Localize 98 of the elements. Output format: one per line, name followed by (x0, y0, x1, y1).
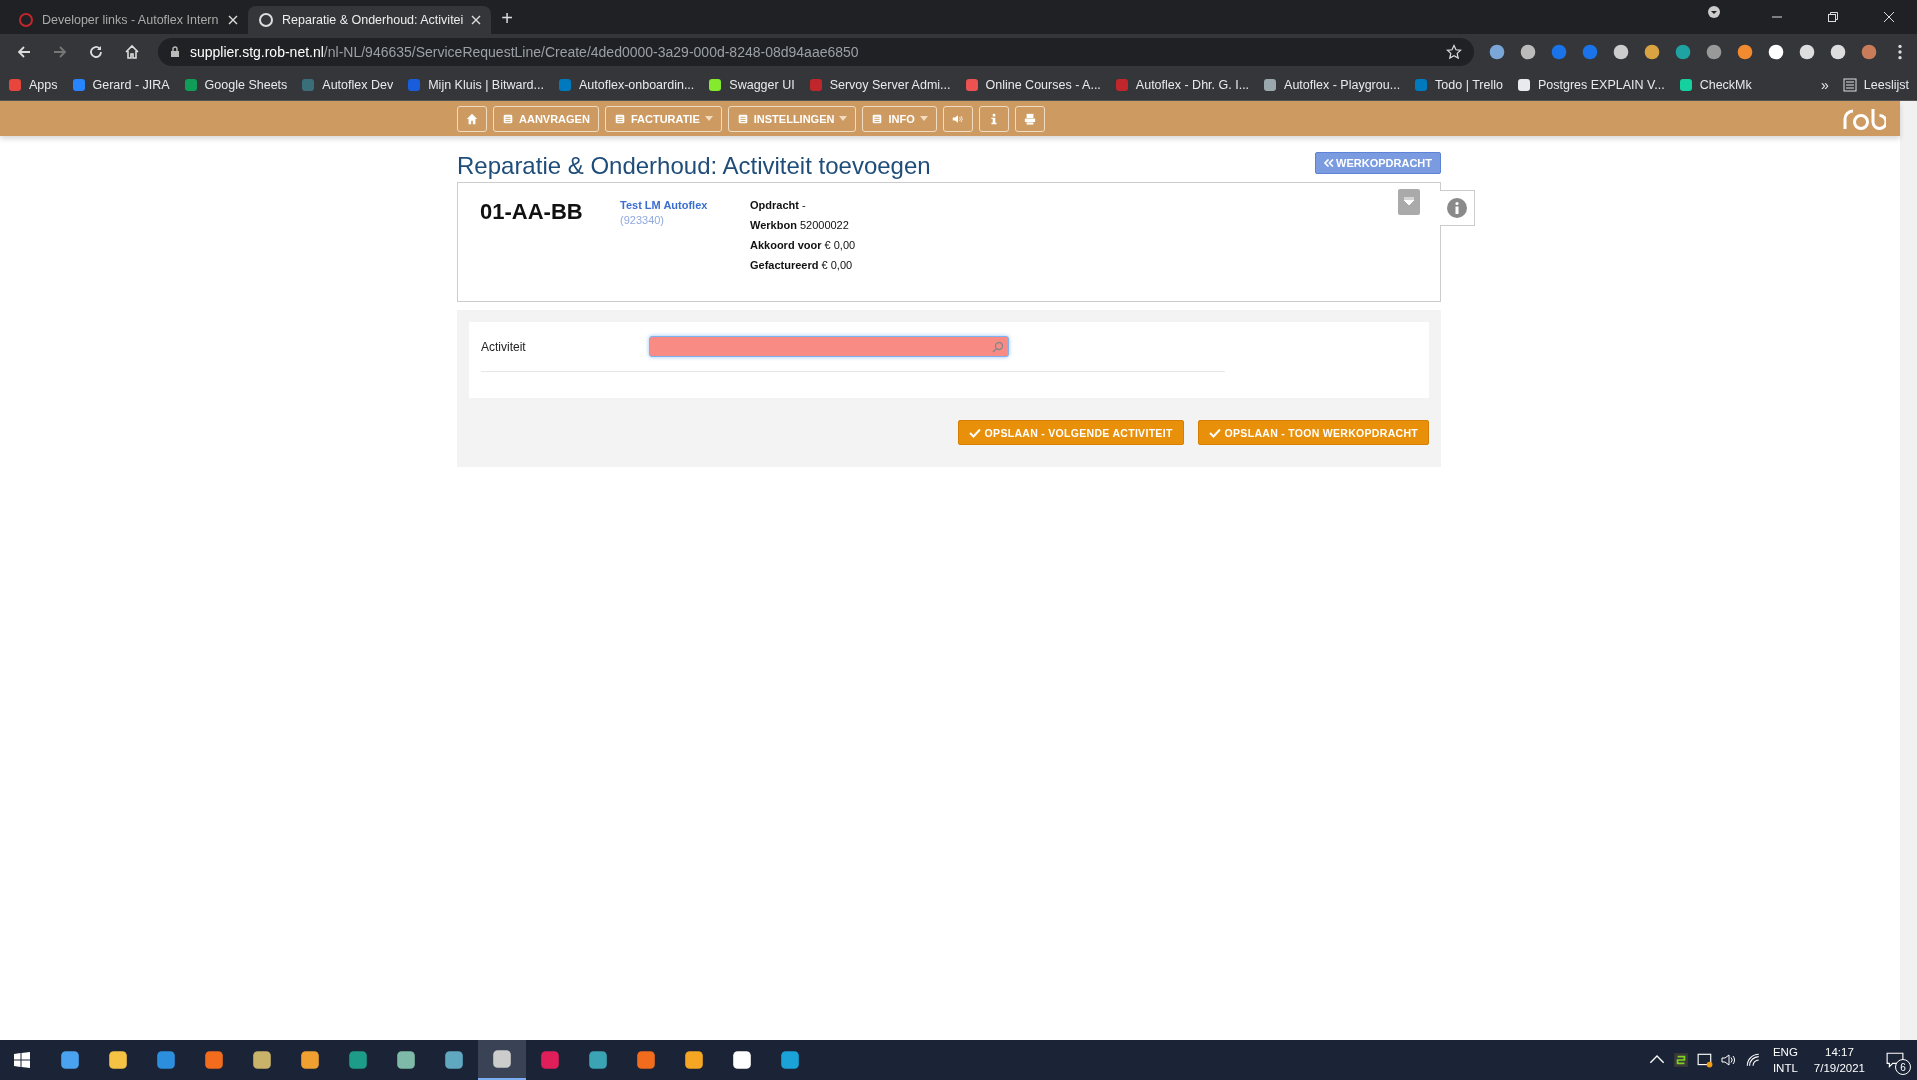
bookmark[interactable]: Servoy Server Admi... (808, 77, 951, 92)
printer-icon (1023, 112, 1036, 125)
bookmark[interactable]: Online Courses - A... (964, 77, 1101, 92)
browser-tab[interactable]: Reparatie & Onderhoud: Activitei (248, 6, 492, 34)
language-indicator[interactable]: ENG INTL (1772, 1044, 1798, 1076)
extension-icon[interactable] (1829, 42, 1847, 61)
windows-start-icon[interactable] (14, 1052, 30, 1068)
app-icon (395, 1049, 417, 1071)
caret-icon (839, 116, 848, 121)
license-plate: 01-AA-BB (480, 199, 584, 226)
app-icon (59, 1049, 81, 1071)
checkmark-icon (968, 427, 981, 438)
bookmark[interactable]: Apps (8, 77, 58, 92)
page-title: Reparatie & Onderhoud: Activiteit toevoegen (457, 152, 931, 180)
detail-text: Gefactureerd € 0,00 (750, 259, 854, 271)
lock-icon (170, 45, 180, 58)
app-icon (347, 1049, 369, 1071)
detail-text: Werkbon 52000022 (750, 219, 850, 231)
bookmark[interactable]: Autoflex - Playgrou... (1263, 77, 1401, 92)
app-icon (491, 1048, 513, 1070)
bookmark[interactable]: Todo | Trello (1414, 77, 1503, 92)
reload-icon[interactable] (88, 43, 104, 60)
bookmark[interactable]: Swagger UI (708, 77, 795, 92)
bookmark[interactable]: Postgres EXPLAIN V... (1517, 77, 1665, 92)
monitor-icon[interactable] (1696, 1052, 1713, 1068)
site-logo-icon (18, 12, 34, 28)
bookmark[interactable]: Autoflex - Dhr. G. I... (1114, 77, 1250, 92)
app-icon (203, 1049, 225, 1071)
app-icon (539, 1049, 561, 1071)
field-label: Activiteit (481, 339, 527, 354)
collapse-icon (1403, 197, 1415, 207)
close-icon[interactable] (471, 15, 482, 25)
bookmark[interactable]: Mijn Kluis | Bitward... (407, 77, 544, 92)
home-icon (466, 112, 478, 125)
caret-icon (919, 116, 928, 121)
info-tab[interactable] (1440, 190, 1475, 226)
checkmark-icon (1208, 427, 1221, 438)
caret-icon (704, 116, 713, 121)
message-icon (1886, 1051, 1904, 1069)
bookmark[interactable]: Gerard - JIRA (71, 77, 170, 92)
home-icon[interactable] (124, 43, 140, 60)
activity-search-field[interactable] (649, 336, 1009, 357)
extension-icon[interactable] (1767, 42, 1785, 61)
scrollbar[interactable] (1900, 101, 1917, 1040)
menu-icon (502, 112, 514, 125)
bookmark[interactable]: Autoflex-onboardin... (557, 77, 695, 92)
back-arrow-icon[interactable] (16, 43, 32, 60)
new-tab-button[interactable]: + (491, 7, 524, 34)
more-bookmarks-button[interactable]: » (1821, 76, 1829, 93)
app-icon (587, 1049, 609, 1071)
logo-icon (1842, 107, 1886, 131)
tray-app-icon[interactable] (1672, 1052, 1689, 1068)
info-icon (1447, 198, 1467, 218)
menu-icon (871, 112, 884, 125)
close-icon[interactable] (1883, 11, 1895, 23)
app-icon (779, 1049, 801, 1071)
extension-icon[interactable] (1612, 42, 1630, 61)
extension-icon[interactable] (1643, 42, 1661, 61)
app-icon (251, 1049, 273, 1071)
customer-number: (923340) (620, 214, 666, 226)
wifi-icon[interactable] (1744, 1052, 1761, 1068)
clock[interactable]: 14:17 7/19/2021 (1813, 1044, 1865, 1076)
extension-icon[interactable] (1798, 42, 1816, 61)
restore-icon[interactable] (1827, 11, 1839, 23)
app-icon (299, 1049, 321, 1071)
bookmark[interactable]: Google Sheets (183, 77, 288, 92)
address-bar[interactable]: supplier.stg.rob-net.nl/nl-NL/946635/ServiceRequestLine/Create/4ded0000-3a29-000d-8248-08d94aae6850 (158, 37, 1474, 66)
extension-icon[interactable] (1488, 42, 1506, 61)
app-icon (635, 1049, 657, 1071)
browser-tab[interactable]: Developer links - Autoflex Intern (8, 6, 248, 34)
bookmark[interactable]: CheckMk (1678, 77, 1752, 92)
list-icon (1842, 77, 1857, 92)
extension-icon[interactable] (1736, 42, 1754, 61)
detail-text: Opdracht - (750, 199, 807, 211)
tab-search-icon[interactable] (1707, 5, 1721, 19)
menu-icon (736, 112, 749, 125)
volume-icon[interactable] (1720, 1052, 1737, 1068)
notification-count: 6 (1895, 1059, 1911, 1075)
notifications-button[interactable]: 6 (1873, 1040, 1917, 1080)
forward-arrow-icon[interactable] (52, 43, 68, 60)
taskbar-app[interactable] (478, 1040, 526, 1080)
app-icon (731, 1049, 753, 1071)
site-logo-icon (258, 12, 274, 28)
customer-link[interactable]: Test LM Autoflex (620, 199, 720, 211)
app-icon (155, 1049, 177, 1071)
menu-icon (613, 112, 626, 125)
double-chevron-icon (1324, 159, 1335, 167)
app-icon (443, 1049, 465, 1071)
detail-text: Akkoord voor € 0,00 (750, 239, 856, 251)
app-icon (107, 1049, 129, 1071)
app-icon (683, 1049, 705, 1071)
url-text: supplier.stg.rob-net.nl/nl-NL/946635/ServiceRequestLine/Create/4ded0000-3a29-000d-8248-08d94aae6850 (190, 43, 860, 60)
reading-list-button[interactable]: Leeslijst (1842, 77, 1909, 92)
search-icon (992, 340, 1004, 353)
close-icon[interactable] (228, 15, 238, 25)
star-icon[interactable] (1446, 43, 1462, 60)
extension-icon[interactable] (1519, 42, 1537, 61)
bookmark[interactable]: Autoflex Dev (301, 77, 394, 92)
